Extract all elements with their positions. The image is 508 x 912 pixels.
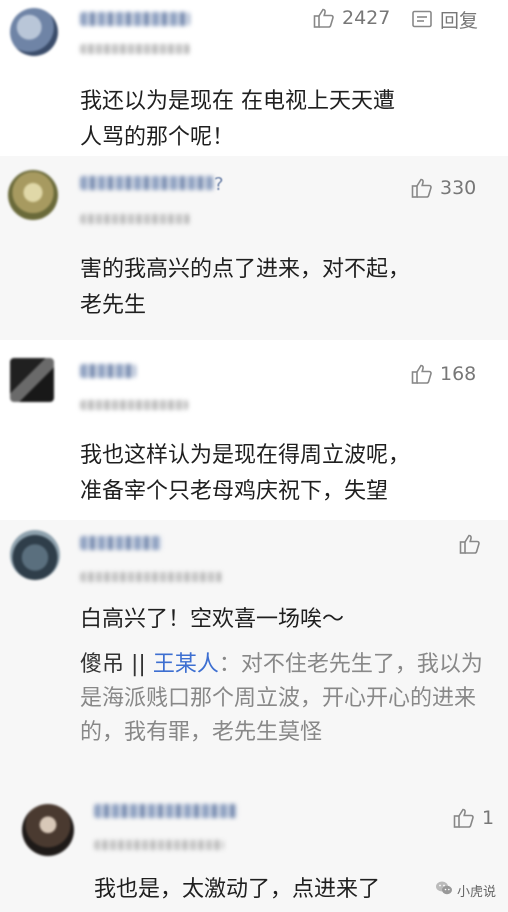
like-button[interactable]: 330 [410,176,476,200]
comment-text: 我还以为是现在 在电视上天天遭 人骂的那个呢！ [80,89,395,150]
comment-item: ? 330 害的我高兴的点了进来，对不起， 老先生 [0,156,508,340]
user-avatar[interactable] [22,804,74,856]
username-blurred[interactable] [80,536,162,550]
thumbs-up-icon [410,176,434,200]
quote-colon: ： [218,652,241,677]
comment-text: 我也是，太激动了，点进来了 [94,877,381,902]
user-avatar[interactable] [10,358,54,402]
quoted-reply: 傻吊 || 王某人：对不住老先生了，我以为是海派贱口那个周立波，开心开心的进来的… [80,648,490,750]
like-button[interactable]: 1 [452,806,494,830]
thumbs-up-icon [458,532,482,556]
like-count: 1 [482,807,495,829]
quote-user: 傻吊 [80,652,125,677]
quote-separator: || [131,652,146,677]
comment-meta-blurred [94,840,224,850]
like-count: 330 [440,177,477,199]
username-blurred[interactable] [80,12,190,26]
comment-text: 白高兴了！空欢喜一场唉～ [80,607,345,632]
comment-item: 168 我也这样认为是现在得周立波呢， 准备宰个只老母鸡庆祝下，失望 [0,344,508,516]
like-button[interactable]: 168 [410,362,476,386]
thumbs-up-icon [312,6,336,30]
thumbs-up-icon [410,362,434,386]
comment-item: 2427 回复 我还以为是现在 在电视上天天遭 人骂的那个呢！ [0,0,508,152]
reply-icon [410,8,440,32]
like-button[interactable]: 2427 [312,6,390,30]
comment-item: 1 我也是，太激动了，点进来了 [8,796,508,912]
user-avatar[interactable] [10,8,58,56]
user-avatar[interactable] [8,170,58,220]
like-count: 2427 [342,7,391,29]
username-blurred[interactable] [80,176,214,190]
thumbs-up-icon [452,806,476,830]
like-count: 168 [440,363,477,385]
comment-meta-blurred [80,572,222,582]
username-blurred[interactable] [94,804,238,818]
reply-label: 回复 [440,10,479,32]
comment-meta-blurred [80,400,188,410]
watermark: 小虎说 [435,880,496,900]
username-suffix: ? [214,174,224,195]
comment-text: 我也这样认为是现在得周立波呢， 准备宰个只老母鸡庆祝下，失望 [80,443,411,504]
like-button[interactable] [458,532,488,556]
watermark-label: 小虎说 [456,884,496,900]
comment-meta-blurred [80,214,190,224]
comment-feed: 2427 回复 我还以为是现在 在电视上天天遭 人骂的那个呢！ ? 330 害的… [0,0,508,912]
username-blurred[interactable] [80,364,136,378]
comment-text: 害的我高兴的点了进来，对不起， 老先生 [80,257,411,318]
user-avatar[interactable] [10,530,60,580]
reply-button[interactable]: 回复 [410,6,478,33]
comment-meta-blurred [80,44,190,54]
wechat-icon [435,880,457,900]
quote-target-username[interactable]: 王某人 [153,652,219,677]
